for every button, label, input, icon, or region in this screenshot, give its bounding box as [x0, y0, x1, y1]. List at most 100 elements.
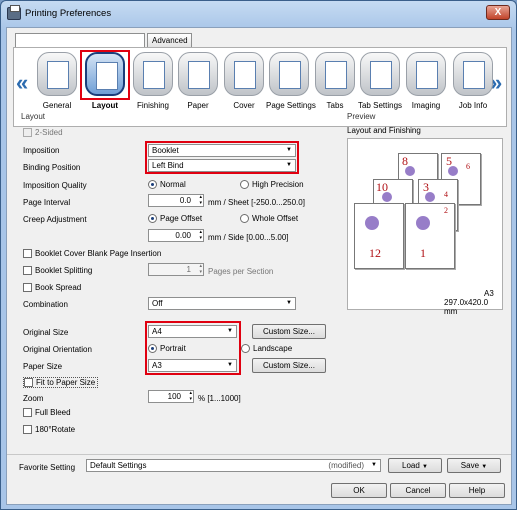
- quality-high-radio[interactable]: High Precision: [240, 180, 304, 189]
- creep-value-spinner[interactable]: 0.00: [148, 229, 204, 242]
- page-number: 8: [402, 154, 408, 168]
- preview-page: 12: [354, 203, 404, 269]
- title-bar: Printing Preferences X: [1, 1, 516, 27]
- book-spread-checkbox[interactable]: Book Spread: [23, 283, 81, 292]
- tab-cover[interactable]: Cover: [221, 52, 267, 110]
- combination-select[interactable]: Off: [148, 297, 296, 310]
- tab-main[interactable]: [15, 33, 145, 47]
- creep-unit: mm / Side [0.00...5.00]: [208, 233, 289, 242]
- custom-size-button-1[interactable]: Custom Size...: [252, 324, 326, 339]
- creep-whole-offset-radio[interactable]: Whole Offset: [240, 214, 298, 223]
- tab-paper[interactable]: Paper: [175, 52, 221, 110]
- page-interval-label: Page Interval: [23, 198, 71, 207]
- zoom-unit: % [1...1000]: [198, 394, 241, 403]
- tab-imaging[interactable]: Imaging: [403, 52, 449, 110]
- scroll-left-icon[interactable]: «: [16, 70, 28, 96]
- blank-page-insertion-label: Booklet Cover Blank Page Insertion: [35, 249, 162, 258]
- rotate-180-checkbox[interactable]: 180°Rotate: [23, 425, 75, 434]
- preview-page: 12: [405, 203, 455, 269]
- quality-normal-radio[interactable]: Normal: [148, 180, 186, 189]
- tab-advanced[interactable]: Advanced: [147, 33, 192, 47]
- preview-pane: 8 56 10 34 12 12 A3 297.0x420.0 mm: [347, 138, 503, 316]
- preview-group-title: Preview: [347, 112, 376, 121]
- original-size-select[interactable]: A4: [148, 325, 237, 338]
- custom-size-button-2[interactable]: Custom Size...: [252, 358, 326, 373]
- page-number: 5: [446, 154, 452, 168]
- page-settings-icon: [269, 52, 309, 96]
- book-spread-label: Book Spread: [35, 283, 82, 292]
- page-number: 12: [369, 246, 381, 260]
- creep-whole-offset-label: Whole Offset: [252, 214, 299, 223]
- creep-page-offset-radio[interactable]: Page Offset: [148, 214, 202, 223]
- favorite-setting-select[interactable]: Default Settings (modified): [86, 459, 381, 472]
- cancel-button[interactable]: Cancel: [390, 483, 446, 498]
- save-label: Save: [460, 461, 480, 470]
- quality-high-label: High Precision: [252, 180, 304, 189]
- favorite-setting-value: Default Settings: [90, 461, 147, 470]
- load-button[interactable]: Load ▼: [388, 458, 442, 473]
- tab-finishing[interactable]: Finishing: [130, 52, 176, 110]
- booklet-splitting-checkbox[interactable]: Booklet Splitting: [23, 266, 92, 275]
- combination-label: Combination: [23, 300, 68, 309]
- full-bleed-checkbox[interactable]: Full Bleed: [23, 408, 71, 417]
- tab-page-settings-label: Page Settings: [266, 101, 316, 110]
- tab-layout[interactable]: Layout: [80, 50, 130, 110]
- pages-per-section-unit: Pages per Section: [208, 267, 274, 276]
- help-button[interactable]: Help: [449, 483, 505, 498]
- finishing-icon: [133, 52, 173, 96]
- landscape-radio[interactable]: Landscape: [241, 344, 292, 353]
- ok-button[interactable]: OK: [331, 483, 387, 498]
- page-interval-spinner[interactable]: 0.0: [148, 194, 204, 207]
- tab-general-label: General: [42, 101, 72, 110]
- window-title: Printing Preferences: [25, 8, 112, 19]
- tabs-icon: [315, 52, 355, 96]
- page-number: 4: [444, 190, 448, 199]
- fit-to-paper-checkbox[interactable]: Fit to Paper Size: [23, 377, 99, 388]
- zoom-spinner[interactable]: 100: [148, 390, 194, 403]
- tab-settings-icon: [360, 52, 400, 96]
- two-sided-checkbox[interactable]: 2-Sided: [23, 128, 63, 137]
- printer-icon: [7, 5, 21, 20]
- save-button[interactable]: Save ▼: [447, 458, 501, 473]
- paper-icon: [178, 52, 218, 96]
- page-number: 1: [420, 246, 426, 260]
- full-bleed-label: Full Bleed: [35, 408, 71, 417]
- imposition-select[interactable]: Booklet: [148, 144, 296, 157]
- imposition-quality-label: Imposition Quality: [23, 181, 87, 190]
- preview-title: Layout and Finishing: [347, 126, 421, 135]
- tab-page-settings[interactable]: Page Settings: [266, 52, 316, 110]
- tab-cover-label: Cover: [233, 101, 255, 110]
- original-size-label: Original Size: [23, 328, 69, 337]
- flower-image: [365, 216, 379, 230]
- quality-normal-label: Normal: [160, 180, 186, 189]
- tab-general[interactable]: General: [34, 52, 80, 110]
- zoom-label: Zoom: [23, 394, 44, 403]
- fit-to-paper-label: Fit to Paper Size: [36, 378, 96, 387]
- portrait-radio[interactable]: Portrait: [148, 344, 186, 353]
- load-label: Load: [402, 461, 420, 470]
- blank-page-insertion-checkbox[interactable]: Booklet Cover Blank Page Insertion: [23, 249, 161, 258]
- cover-icon: [224, 52, 264, 96]
- printer-icon: [37, 52, 77, 96]
- layout-icon: [85, 52, 125, 96]
- tab-finishing-label: Finishing: [136, 101, 169, 110]
- close-button[interactable]: X: [486, 5, 510, 20]
- binding-position-select[interactable]: Left Bind: [148, 159, 296, 172]
- preview-paper-size: A3: [484, 289, 494, 298]
- tab-tabs[interactable]: Tabs: [312, 52, 358, 110]
- paper-size-select[interactable]: A3: [148, 359, 237, 372]
- tab-imaging-label: Imaging: [411, 101, 441, 110]
- chevron-down-icon: ▼: [481, 464, 488, 470]
- tab-tab-settings[interactable]: Tab Settings: [357, 52, 403, 110]
- imaging-icon: [406, 52, 446, 96]
- landscape-label: Landscape: [253, 344, 293, 353]
- layout-group-title: Layout: [21, 112, 46, 121]
- pages-per-section-spinner[interactable]: 1: [148, 263, 204, 276]
- page-number: 6: [466, 162, 470, 171]
- modified-indicator: (modified): [328, 461, 364, 470]
- tab-tabs-label: Tabs: [326, 101, 344, 110]
- imposition-label: Imposition: [23, 146, 60, 155]
- booklet-splitting-label: Booklet Splitting: [35, 266, 93, 275]
- tab-job-info[interactable]: Job Info: [450, 52, 496, 110]
- paper-size-label: Paper Size: [23, 362, 63, 371]
